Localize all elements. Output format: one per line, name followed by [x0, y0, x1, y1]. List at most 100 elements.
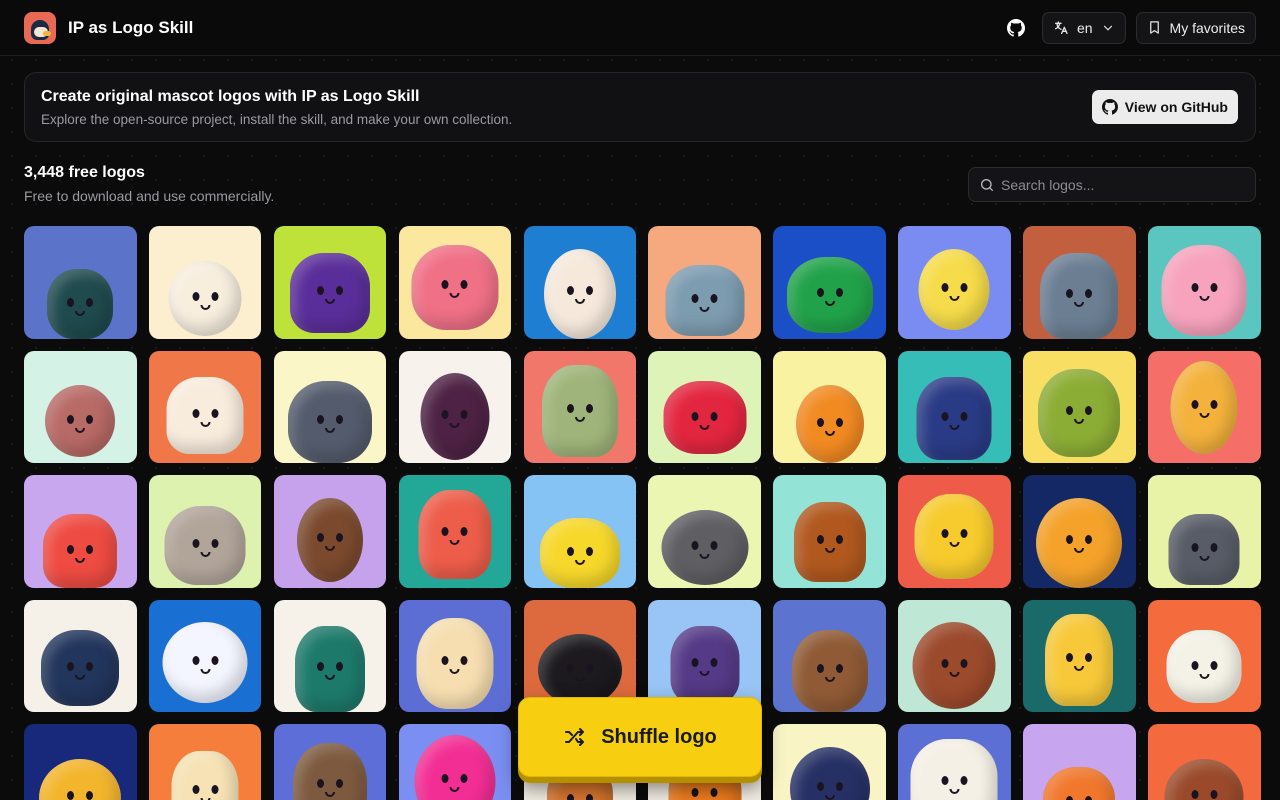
mascot-eye [1066, 795, 1074, 800]
logo-tile-raccoon[interactable] [648, 475, 761, 588]
logo-tile-beetle[interactable] [398, 350, 512, 463]
logo-tile-waffle[interactable] [1148, 350, 1261, 463]
mascot-eye [1085, 795, 1093, 800]
logo-tile-axolotl[interactable] [398, 226, 512, 339]
logo-tile-puppy[interactable] [398, 599, 512, 712]
logo-tile-robot[interactable] [148, 599, 262, 712]
logo-tile-radish[interactable] [1148, 599, 1261, 712]
mascot-eye [585, 546, 593, 556]
search-icon [981, 178, 993, 191]
logo-tile-shiba[interactable] [773, 350, 886, 463]
mascot-eye [317, 662, 325, 672]
mascot-mouth [949, 788, 960, 794]
plant-pot-mascot-icon [1038, 369, 1121, 457]
logo-tile-octopus[interactable] [398, 724, 512, 800]
robot-mascot-icon [162, 622, 248, 703]
logo-tile-brown-owl[interactable] [773, 599, 886, 712]
logo-tile-sheep[interactable] [148, 350, 262, 463]
logo-tile-squid[interactable] [898, 350, 1011, 463]
view-on-github-button[interactable]: View on GitHub [1091, 90, 1238, 124]
brand[interactable]: IP as Logo Skill [24, 11, 193, 44]
logo-tile-dragon[interactable] [24, 475, 137, 588]
mascot-eye [1066, 652, 1074, 662]
logo-tile-duck[interactable] [523, 475, 637, 588]
mascot-eye [941, 658, 949, 668]
logo-tile-lunchbox[interactable] [898, 226, 1011, 339]
logo-tile-hedgehog[interactable] [648, 599, 761, 712]
mascot-eye [566, 546, 574, 556]
logo-tile-owl[interactable] [24, 226, 137, 339]
logo-tile-corkscrew[interactable] [24, 350, 137, 463]
logo-tile-elephant[interactable] [1023, 226, 1136, 339]
mascot-mouth [824, 794, 835, 800]
lamp-mascot-icon [1043, 766, 1116, 800]
logo-tile-dog[interactable] [523, 226, 637, 339]
mascot-eye [941, 775, 949, 785]
logo-tile-kettle[interactable] [148, 724, 262, 800]
logo-tile-orange-cat[interactable] [1023, 475, 1136, 588]
logo-tile-banana-blob[interactable] [898, 475, 1011, 588]
logo-tile-bulb[interactable] [1023, 599, 1136, 712]
search-input[interactable] [1001, 176, 1241, 193]
logo-tile-bat[interactable] [898, 599, 1011, 712]
mascot-eye [211, 409, 219, 419]
logo-tile-calico-cat[interactable] [148, 226, 262, 339]
mascot-mouth [949, 542, 960, 548]
mascot-eye [336, 286, 344, 296]
logo-tile-ghost[interactable] [273, 226, 387, 339]
mascot-eye [941, 282, 949, 292]
mascot-mouth [325, 675, 336, 681]
logo-tile-diver[interactable] [773, 724, 886, 800]
mascot-eye [460, 773, 468, 783]
shuffle-logo-button[interactable]: Shuffle logo [518, 697, 762, 777]
mascot-eye [1191, 660, 1199, 670]
logo-tile-manatee[interactable] [648, 226, 761, 339]
ghost-mascot-icon [290, 252, 371, 333]
my-favorites-button[interactable]: My favorites [1135, 11, 1256, 44]
logo-tile-frog[interactable] [773, 226, 886, 339]
logo-tile-plant-pot[interactable] [1023, 350, 1136, 463]
squid-mascot-icon [916, 377, 992, 460]
blob-red-mascot-icon [663, 381, 747, 454]
mascot-mouth [699, 424, 710, 430]
mascot-mouth [574, 416, 585, 422]
mascot-eye [192, 538, 200, 548]
mascot-eye [86, 297, 94, 307]
logo-tile-puppy-dalmatian[interactable] [898, 724, 1011, 800]
bat-mascot-icon [912, 622, 996, 709]
logo-tile-lotus[interactable] [1148, 226, 1261, 339]
logo-tile-artichoke[interactable] [523, 350, 637, 463]
logo-tile-black-cat[interactable] [523, 599, 637, 712]
mascot-eye [441, 280, 449, 290]
bulb-mascot-icon [1045, 614, 1114, 706]
calico-cat-mascot-icon [168, 260, 242, 336]
search-box[interactable] [968, 167, 1256, 202]
mascot-mouth [75, 557, 86, 563]
mascot-eye [460, 526, 468, 536]
logo-tile-yarn[interactable] [398, 475, 512, 588]
logo-tile-mouse[interactable] [148, 475, 262, 588]
logo-tile-leaf[interactable] [273, 599, 387, 712]
language-value: en [1076, 19, 1093, 36]
logo-tile-otter[interactable] [273, 475, 387, 588]
logo-tile-bear[interactable] [273, 724, 387, 800]
github-link[interactable] [1000, 12, 1032, 44]
otter-mascot-icon [297, 497, 364, 582]
sun-mascot-icon [39, 758, 122, 800]
language-select[interactable]: en [1041, 11, 1126, 44]
logo-tile-sun[interactable] [24, 724, 137, 800]
mascot-mouth [949, 671, 960, 677]
mascot-eye [585, 286, 593, 296]
logo-tile-jelly[interactable] [773, 475, 886, 588]
orange-cat-mascot-icon [1036, 497, 1123, 588]
logo-tile-grey-cat[interactable] [1148, 475, 1261, 588]
lunchbox-mascot-icon [918, 248, 990, 330]
mascot-eye [1085, 288, 1093, 298]
mascot-eye [460, 656, 468, 666]
logo-tile-train[interactable] [24, 599, 137, 712]
logo-tile-wolf[interactable] [273, 350, 387, 463]
logo-tile-lamp[interactable] [1023, 724, 1136, 800]
mascot-eye [566, 664, 574, 674]
logo-tile-reindeer[interactable] [1148, 724, 1261, 800]
logo-tile-blob-red[interactable] [648, 350, 761, 463]
